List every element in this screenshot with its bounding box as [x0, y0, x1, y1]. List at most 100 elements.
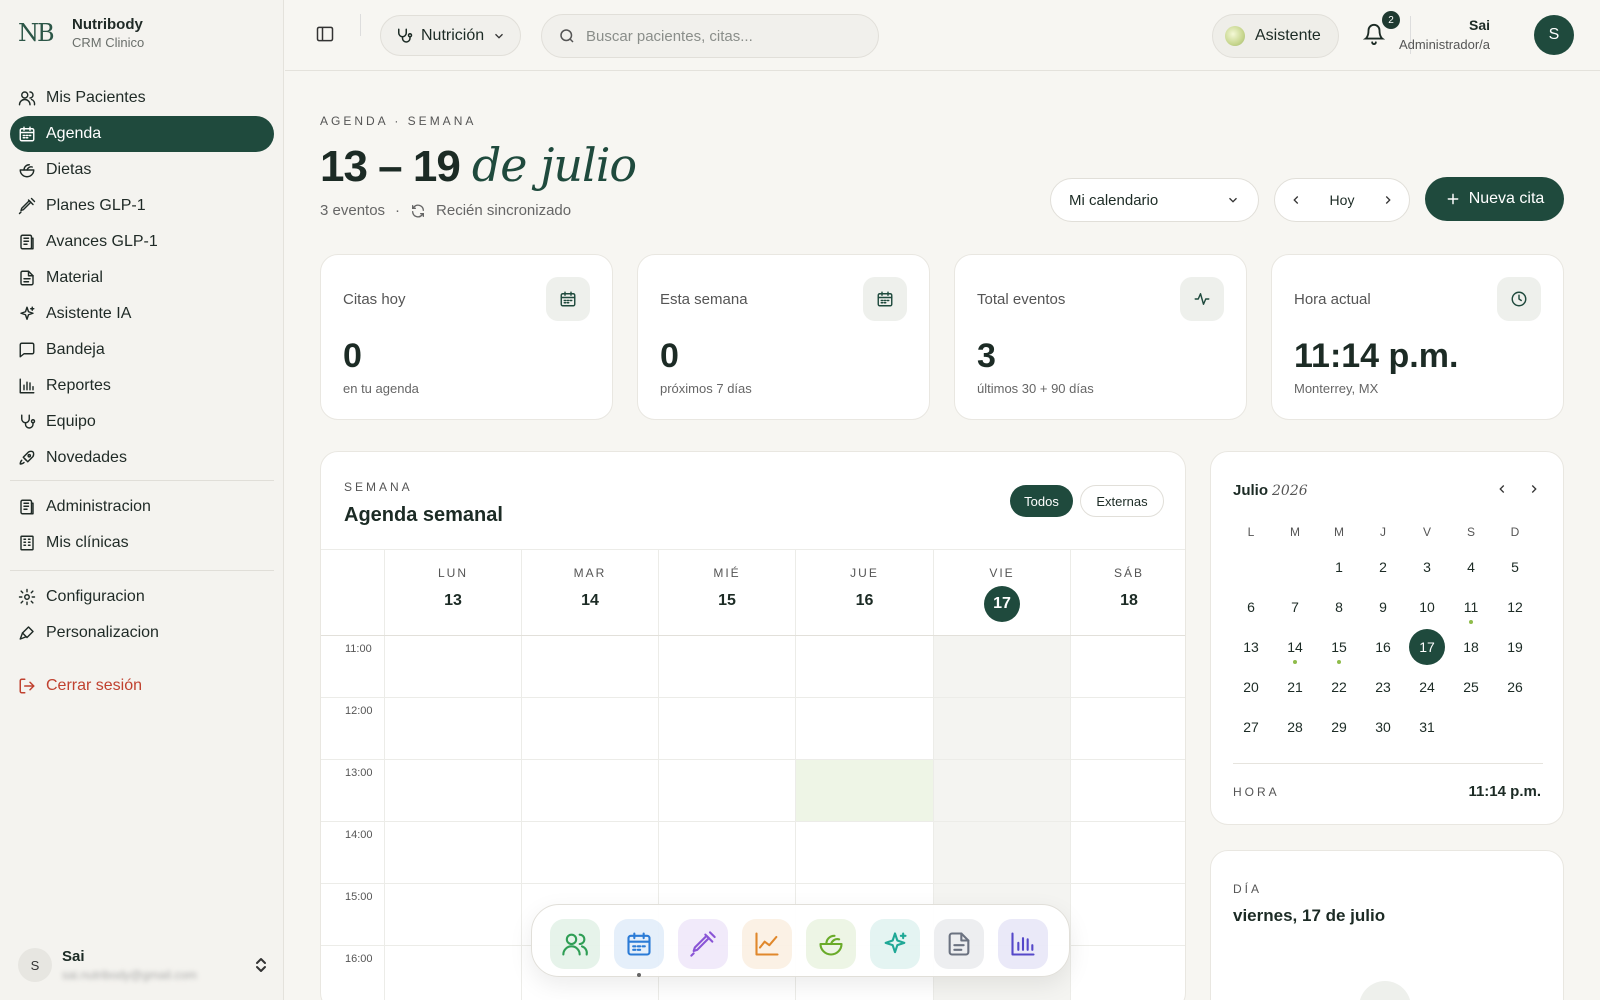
sidebar-item-administracion[interactable]: Administracion [10, 489, 274, 525]
mini-calendar-day[interactable]: 22 [1321, 669, 1357, 705]
dock-patients-button[interactable] [550, 919, 600, 969]
chevron-updown-icon[interactable] [254, 956, 268, 974]
dock-sparkles-button[interactable] [870, 919, 920, 969]
brand[interactable]: NB Nutribody CRM Clinico [18, 16, 144, 50]
search-input[interactable]: Buscar pacientes, citas... [541, 14, 879, 58]
mini-calendar-day[interactable]: 7 [1277, 589, 1313, 625]
time-label: 14:00 [345, 829, 373, 841]
mini-calendar-day[interactable]: 6 [1233, 589, 1269, 625]
chevron-right-icon[interactable] [1381, 193, 1395, 207]
sidebar-item-label: Avances GLP-1 [46, 233, 158, 250]
brand-logo: NB [18, 19, 55, 47]
time-label: 15:00 [345, 891, 373, 903]
dock-document-button[interactable] [934, 919, 984, 969]
mini-calendar-day[interactable]: 27 [1233, 709, 1269, 745]
mini-calendar-day[interactable]: 24 [1409, 669, 1445, 705]
calendar-select[interactable]: Mi calendario [1050, 178, 1259, 222]
sidebar-item-configuracion[interactable]: Configuracion [10, 579, 274, 615]
dock-reports-button[interactable] [998, 919, 1048, 969]
filter-external-button[interactable]: Externas [1080, 485, 1164, 517]
mini-calendar-year: 2026 [1272, 483, 1308, 499]
sidebar-item-personalizacion[interactable]: Personalizacion [10, 615, 274, 651]
sidebar-item-asistente-ia[interactable]: Asistente IA [10, 296, 274, 332]
agenda-grid: LUN 13 MAR 14 MIÉ 15 JUE 16 VIE 17 SÁB 18 11:00 12:00… [321, 549, 1185, 1000]
today-button[interactable]: Hoy [1330, 192, 1355, 208]
search-icon [560, 29, 574, 43]
mini-calendar-day[interactable]: 3 [1409, 549, 1445, 585]
filter-all-button[interactable]: Todos [1010, 485, 1073, 517]
page-title: 13 – 19 de julio [320, 138, 637, 192]
mini-calendar-day[interactable]: 17 [1409, 629, 1445, 665]
stethoscope-icon [398, 28, 413, 43]
mini-calendar-month: Julio [1233, 482, 1269, 499]
module-label: Nutrición [421, 26, 485, 44]
sidebar-item-equipo[interactable]: Equipo [10, 404, 274, 440]
assistant-button[interactable]: Asistente [1212, 14, 1339, 58]
mini-calendar-day[interactable]: 29 [1321, 709, 1357, 745]
day-of-week: VIE [989, 566, 1015, 580]
sidebar-item-material[interactable]: Material [10, 260, 274, 296]
sidebar-item-novedades[interactable]: Novedades [10, 440, 274, 476]
day-column-header[interactable]: MAR 14 [521, 550, 658, 635]
mini-calendar-day[interactable]: 8 [1321, 589, 1357, 625]
mini-calendar-day[interactable]: 18 [1453, 629, 1489, 665]
bell-icon[interactable] [1363, 22, 1385, 46]
mini-calendar-day[interactable]: 16 [1365, 629, 1401, 665]
avatar[interactable]: S [1534, 15, 1574, 55]
grid-header-line [321, 635, 1185, 636]
sidebar-item-bandeja[interactable]: Bandeja [10, 332, 274, 368]
dock-calendar-button[interactable] [614, 919, 664, 969]
mini-calendar-day[interactable]: 1 [1321, 549, 1357, 585]
sidebar-item-agenda[interactable]: Agenda [10, 116, 274, 152]
chevron-left-icon[interactable] [1495, 482, 1509, 496]
chat-icon [19, 342, 35, 358]
mini-calendar-day[interactable]: 2 [1365, 549, 1401, 585]
stat-value: 11:14 p.m. [1294, 337, 1459, 375]
mini-calendar-day[interactable]: 21 [1277, 669, 1313, 705]
mini-calendar-day[interactable]: 4 [1453, 549, 1489, 585]
logout-button[interactable]: Cerrar sesión [10, 668, 274, 704]
sidebar-toggle-icon[interactable] [315, 24, 335, 44]
chevron-left-icon[interactable] [1289, 193, 1303, 207]
mini-calendar-day[interactable]: 10 [1409, 589, 1445, 625]
day-column-header[interactable]: VIE 17 [933, 550, 1070, 635]
mini-calendar-title: Julio 2026 [1233, 482, 1308, 499]
day-column-header[interactable]: MIÉ 15 [658, 550, 795, 635]
day-column-header[interactable]: JUE 16 [795, 550, 933, 635]
mini-calendar-day[interactable]: 26 [1497, 669, 1533, 705]
dock-syringe-button[interactable] [678, 919, 728, 969]
module-selector[interactable]: Nutrición [380, 15, 522, 56]
sidebar-item-dietas[interactable]: Dietas [10, 152, 274, 188]
day-column-header[interactable]: LUN 13 [384, 550, 521, 635]
mini-calendar: Julio 2026 L M M J V S D 1 2 3 4 5 6 7 8 9 10 11 12 13 14 15 1… [1210, 451, 1564, 825]
sidebar-item-mis-cl-nicas[interactable]: Mis clínicas [10, 525, 274, 561]
mini-calendar-day[interactable]: 31 [1409, 709, 1445, 745]
mini-calendar-day[interactable]: 19 [1497, 629, 1533, 665]
stat-label: Citas hoy [343, 291, 406, 308]
dock-chart-button[interactable] [742, 919, 792, 969]
mini-calendar-day[interactable]: 30 [1365, 709, 1401, 745]
sync-status: Recién sincronizado [436, 202, 572, 219]
mini-calendar-day[interactable]: 9 [1365, 589, 1401, 625]
sidebar-item-planes-glp-1[interactable]: Planes GLP-1 [10, 188, 274, 224]
highlighted-slot[interactable] [795, 759, 933, 821]
sidebar-item-mis-pacientes[interactable]: Mis Pacientes [10, 80, 274, 116]
sidebar-user[interactable]: S Sai sai.nutribody@gmail.com [18, 948, 268, 982]
mini-calendar-day[interactable]: 20 [1233, 669, 1269, 705]
dock-salad-button[interactable] [806, 919, 856, 969]
user-role: Administrador/a [1398, 37, 1490, 52]
day-column-header[interactable]: SÁB 18 [1070, 550, 1185, 635]
new-appointment-button[interactable]: Nueva cita [1425, 177, 1564, 221]
mini-calendar-day[interactable]: 23 [1365, 669, 1401, 705]
mini-calendar-day[interactable]: 5 [1497, 549, 1533, 585]
mini-calendar-day[interactable]: 13 [1233, 629, 1269, 665]
day-eyebrow: DÍA [1233, 882, 1263, 896]
mini-calendar-day[interactable]: 25 [1453, 669, 1489, 705]
sidebar-item-avances-glp-1[interactable]: Avances GLP-1 [10, 224, 274, 260]
chevron-right-icon[interactable] [1527, 482, 1541, 496]
sidebar-item-reportes[interactable]: Reportes [10, 368, 274, 404]
sidebar-nav-main: Mis Pacientes Agenda Dietas Planes GLP-1 Ava… [10, 80, 274, 476]
mini-calendar-day[interactable]: 28 [1277, 709, 1313, 745]
user-info[interactable]: Sai Administrador/a [1399, 17, 1490, 52]
mini-calendar-day[interactable]: 12 [1497, 589, 1533, 625]
